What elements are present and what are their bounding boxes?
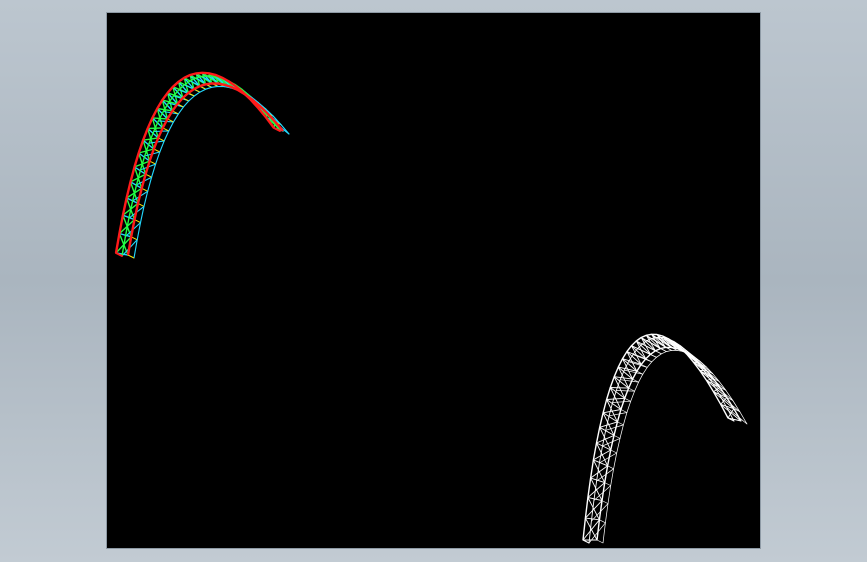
truss-back-diagonal <box>605 424 624 431</box>
truss-depth-strut <box>596 539 604 544</box>
truss-back-chord <box>588 336 735 544</box>
truss-depth-strut <box>601 500 609 504</box>
truss-depth-strut <box>617 421 624 426</box>
drawing-canvas[interactable] <box>107 13 760 548</box>
truss-depth-strut <box>655 350 662 355</box>
truss-back-diagonal <box>615 390 635 392</box>
cad-drawing-viewport[interactable] <box>107 13 760 548</box>
truss-back-diagonal <box>612 400 632 403</box>
truss-depth-strut <box>607 465 614 470</box>
truss-vertical-member <box>587 497 603 502</box>
truss-depth-strut <box>613 435 621 439</box>
wireframe-arch-truss[interactable] <box>582 333 748 544</box>
truss-diagonal-member <box>727 408 735 419</box>
truss-depth-strut <box>610 449 618 454</box>
truss-depth-strut <box>645 358 653 363</box>
truss-depth-strut <box>620 409 628 413</box>
truss-depth-strut <box>604 482 612 486</box>
truss-depth-strut <box>127 254 135 259</box>
truss-depth-strut <box>624 397 632 402</box>
truss-depth-strut <box>599 519 606 524</box>
truss-back-diagonal <box>608 412 628 417</box>
truss-depth-strut <box>650 353 657 358</box>
colored-arch-truss[interactable] <box>114 71 290 259</box>
